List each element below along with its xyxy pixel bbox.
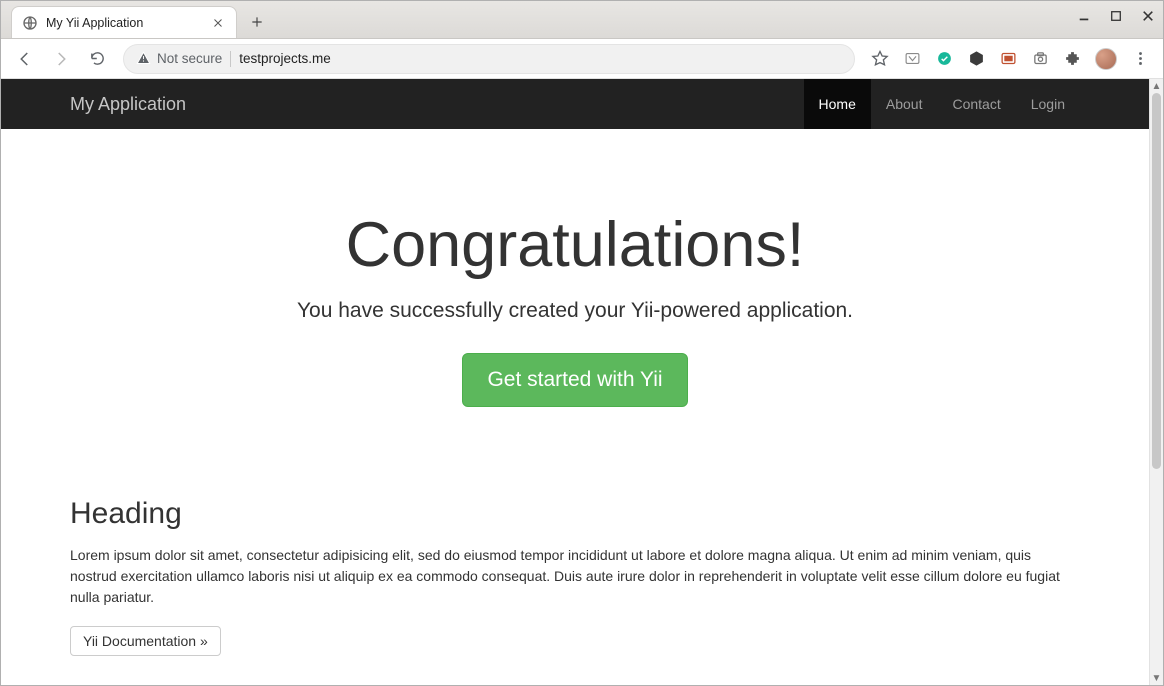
security-indicator[interactable]: Not secure xyxy=(136,51,222,66)
ext-icon-2[interactable] xyxy=(935,50,953,68)
back-button[interactable] xyxy=(9,43,41,75)
doc-button[interactable]: Yii Documentation » xyxy=(70,626,221,656)
ext-icon-5[interactable] xyxy=(1031,50,1049,68)
nav-link-home[interactable]: Home xyxy=(804,79,871,129)
globe-icon xyxy=(22,15,38,31)
scroll-track[interactable] xyxy=(1150,93,1163,671)
reload-button[interactable] xyxy=(81,43,113,75)
navbar-links: Home About Contact Login xyxy=(804,79,1080,129)
tab-title: My Yii Application xyxy=(46,16,143,30)
close-window-icon[interactable] xyxy=(1139,7,1157,25)
section-heading: Heading xyxy=(70,497,1080,531)
ext-icon-1[interactable] xyxy=(903,50,921,68)
toolbar-actions xyxy=(865,48,1155,70)
window-controls xyxy=(1075,7,1157,25)
warning-icon xyxy=(136,51,151,66)
nav-link-contact[interactable]: Contact xyxy=(937,79,1015,129)
page-content: My Application Home About Contact Login … xyxy=(1,79,1149,685)
titlebar: My Yii Application xyxy=(1,1,1163,39)
maximize-icon[interactable] xyxy=(1107,7,1125,25)
new-tab-button[interactable] xyxy=(243,8,271,36)
omnibox-divider xyxy=(230,51,231,67)
security-label: Not secure xyxy=(157,51,222,66)
ext-icon-4[interactable] xyxy=(999,50,1017,68)
navbar-brand[interactable]: My Application xyxy=(70,94,186,115)
scroll-thumb[interactable] xyxy=(1152,93,1161,469)
bookmark-star-icon[interactable] xyxy=(871,50,889,68)
address-bar[interactable]: Not secure testprojects.me xyxy=(123,44,855,74)
scroll-up-icon[interactable]: ▲ xyxy=(1150,79,1163,93)
content-section: Heading Lorem ipsum dolor sit amet, cons… xyxy=(70,497,1080,656)
forward-button[interactable] xyxy=(45,43,77,75)
nav-link-login[interactable]: Login xyxy=(1016,79,1080,129)
section-body: Lorem ipsum dolor sit amet, consectetur … xyxy=(70,545,1080,608)
close-tab-icon[interactable] xyxy=(210,15,226,31)
browser-window: My Yii Application Not secure xyxy=(0,0,1164,686)
extensions-icon[interactable] xyxy=(1063,50,1081,68)
jumbotron: Congratulations! You have successfully c… xyxy=(1,129,1149,497)
scroll-down-icon[interactable]: ▼ xyxy=(1150,671,1163,685)
page-title: Congratulations! xyxy=(21,209,1129,281)
url-text: testprojects.me xyxy=(239,51,331,66)
page-subtitle: You have successfully created your Yii-p… xyxy=(21,299,1129,323)
cta-button[interactable]: Get started with Yii xyxy=(462,353,687,407)
browser-tab[interactable]: My Yii Application xyxy=(11,6,237,38)
browser-toolbar: Not secure testprojects.me xyxy=(1,39,1163,79)
menu-icon[interactable] xyxy=(1131,50,1149,68)
viewport: My Application Home About Contact Login … xyxy=(1,79,1163,685)
app-navbar: My Application Home About Contact Login xyxy=(1,79,1149,129)
nav-link-about[interactable]: About xyxy=(871,79,938,129)
profile-avatar[interactable] xyxy=(1095,48,1117,70)
ext-icon-3[interactable] xyxy=(967,50,985,68)
minimize-icon[interactable] xyxy=(1075,7,1093,25)
vertical-scrollbar[interactable]: ▲ ▼ xyxy=(1149,79,1163,685)
